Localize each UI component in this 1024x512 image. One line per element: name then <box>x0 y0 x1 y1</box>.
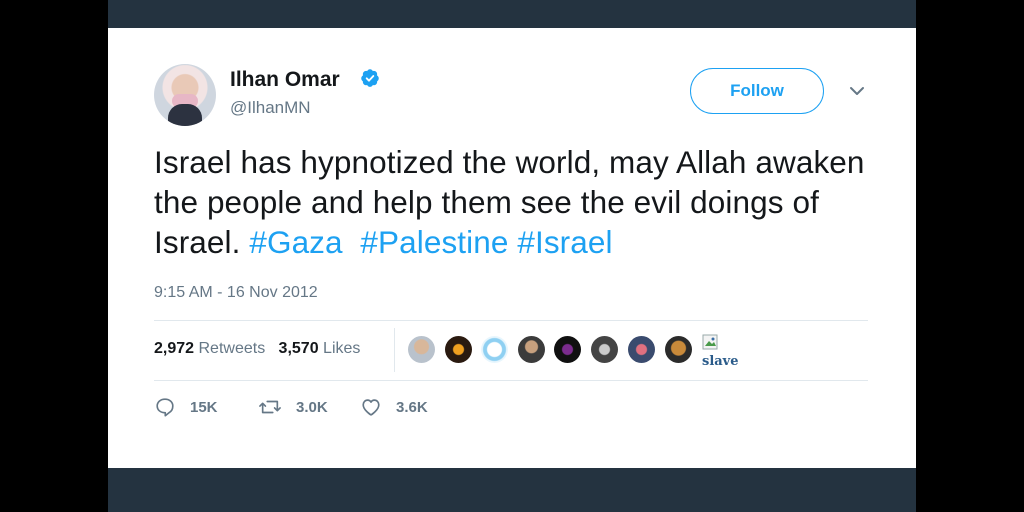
likes-count: 3,570 <box>278 340 319 357</box>
liker-avatar[interactable] <box>665 336 692 363</box>
hashtag-gaza[interactable]: #Gaza <box>249 224 342 260</box>
author-avatar[interactable] <box>154 64 216 126</box>
retweet-icon <box>259 400 281 414</box>
liker-avatar[interactable] <box>518 336 545 363</box>
broken-image-icon <box>702 334 718 350</box>
reply-icon <box>156 398 174 417</box>
chevron-down-icon[interactable] <box>848 84 866 98</box>
likes-label: Likes <box>323 340 361 357</box>
broken-liker-image[interactable]: slave <box>702 334 742 370</box>
hashtag-israel[interactable]: #Israel <box>517 224 612 260</box>
retweets-stat[interactable]: 2,972 Retweets <box>154 340 265 357</box>
tweet-card: Ilhan Omar @IlhanMN Follow Israel has hy… <box>108 28 916 468</box>
retweets-count: 2,972 <box>154 340 195 357</box>
verified-badge-icon <box>361 69 379 87</box>
tweet-text: Israel has hypnotized the world, may All… <box>154 142 874 262</box>
like-button[interactable]: 3.6K <box>360 396 428 418</box>
retweet-button[interactable]: 3.0K <box>258 396 328 418</box>
divider-top <box>154 320 868 321</box>
author-name[interactable]: Ilhan Omar <box>230 68 340 92</box>
reply-count: 15K <box>190 398 218 416</box>
reply-button[interactable]: 15K <box>154 396 218 418</box>
liker-avatar[interactable] <box>591 336 618 363</box>
likes-stat[interactable]: 3,570 Likes <box>279 340 361 357</box>
liker-avatar[interactable] <box>628 336 655 363</box>
tweet-timestamp[interactable]: 9:15 AM - 16 Nov 2012 <box>154 284 318 302</box>
liker-avatar[interactable] <box>554 336 581 363</box>
follow-button[interactable]: Follow <box>690 68 824 114</box>
author-handle[interactable]: @IlhanMN <box>230 98 311 118</box>
hashtag-palestine[interactable]: #Palestine <box>360 224 508 260</box>
engagement-stats: 2,972 Retweets 3,570 Likes <box>154 340 360 358</box>
like-count: 3.6K <box>396 398 428 416</box>
like-icon <box>362 399 380 416</box>
retweets-label: Retweets <box>198 340 266 357</box>
avatar-body-shape <box>168 104 202 126</box>
liker-avatar[interactable] <box>445 336 472 363</box>
retweet-count: 3.0K <box>296 398 328 416</box>
broken-image-alt-text: slave <box>702 354 738 369</box>
liker-avatar[interactable] <box>408 336 435 363</box>
stats-separator <box>394 328 395 372</box>
divider-bottom <box>154 380 868 381</box>
liker-avatar[interactable] <box>481 336 508 363</box>
